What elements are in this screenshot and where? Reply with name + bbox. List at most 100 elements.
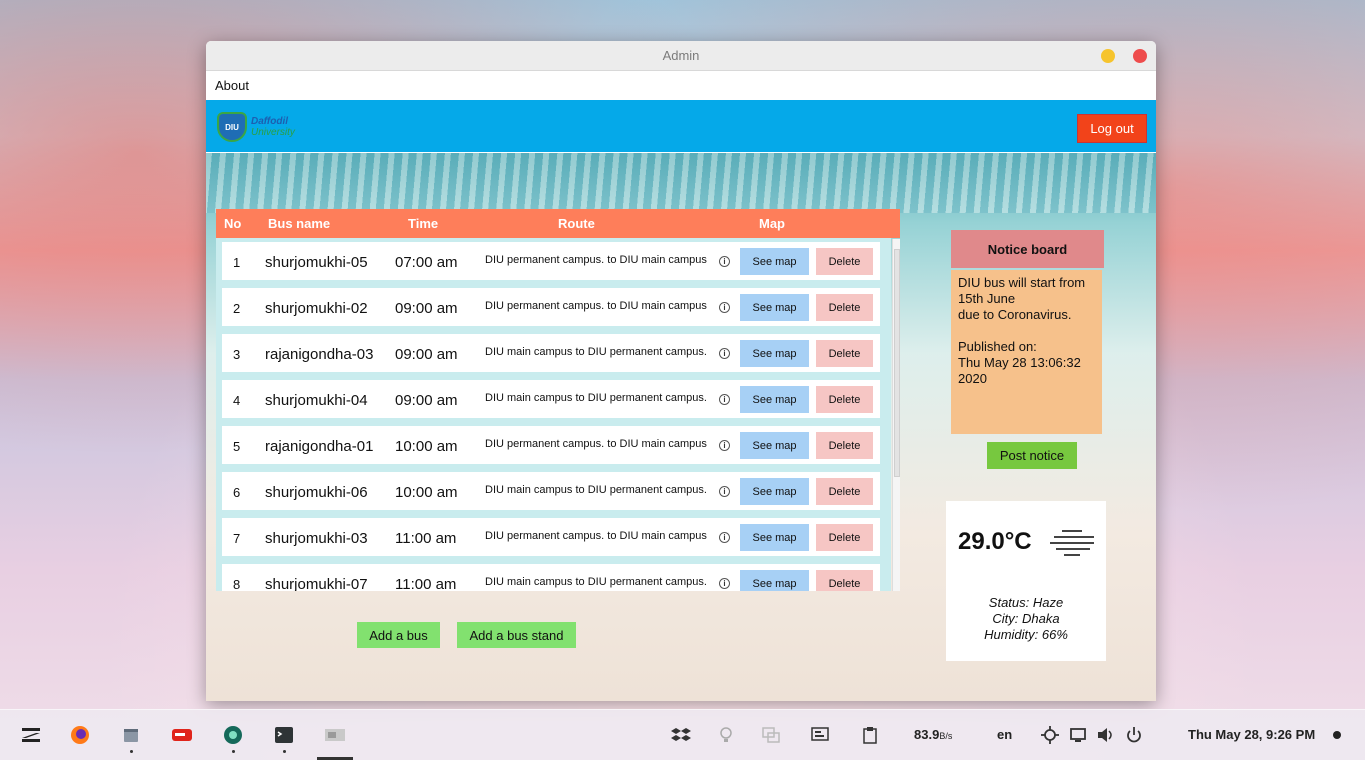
row-route: DIU permanent campus. to DIU main campus <box>485 254 707 266</box>
see-map-button[interactable]: See map <box>740 524 809 551</box>
header-time: Time <box>408 216 439 231</box>
row-bus-name: shurjomukhi-07 <box>265 576 368 591</box>
clock[interactable]: Thu May 28, 9:26 PM <box>1188 727 1315 742</box>
table-row: 1 shurjomukhi-05 07:00 am DIU permanent … <box>222 242 880 280</box>
firefox-icon[interactable] <box>69 724 91 746</box>
notice-board-title: Notice board <box>951 230 1104 268</box>
screen-icon[interactable] <box>809 724 831 746</box>
table-scrollbar[interactable] <box>892 239 900 591</box>
info-icon[interactable]: i <box>719 302 730 313</box>
info-icon[interactable]: i <box>719 440 730 451</box>
delete-button[interactable]: Delete <box>816 386 873 413</box>
row-no: 8 <box>233 577 241 591</box>
see-map-button[interactable]: See map <box>740 570 809 591</box>
see-map-button[interactable]: See map <box>740 432 809 459</box>
see-map-button[interactable]: See map <box>740 294 809 321</box>
window-icon[interactable] <box>324 724 346 746</box>
net-speed-value: 83.9 <box>914 727 940 742</box>
logo-text-line2: University <box>251 127 295 138</box>
row-bus-name: shurjomukhi-05 <box>265 254 368 271</box>
logo-shield-icon: DIU <box>217 112 247 142</box>
redshift-icon[interactable] <box>171 724 193 746</box>
row-no: 1 <box>233 255 241 270</box>
location-icon[interactable] <box>1039 724 1061 746</box>
delete-button[interactable]: Delete <box>816 478 873 505</box>
table-row: 4 shurjomukhi-04 09:00 am DIU main campu… <box>222 380 880 418</box>
taskbar: 83.9B/s en Thu May 28, 9:26 PM <box>0 709 1365 760</box>
close-button[interactable] <box>1133 49 1147 63</box>
weather-widget: 29.0°C Status: Haze City: Dhaka Humidity… <box>946 501 1106 661</box>
header-map: Map <box>759 216 785 231</box>
volume-icon[interactable] <box>1095 724 1117 746</box>
row-time: 09:00 am <box>395 392 458 409</box>
menu-bar: About <box>206 71 1156 100</box>
app-icon[interactable] <box>222 724 244 746</box>
see-map-button[interactable]: See map <box>740 478 809 505</box>
row-route: DIU permanent campus. to DIU main campus <box>485 530 707 542</box>
delete-button[interactable]: Delete <box>816 294 873 321</box>
notice-line: 2020 <box>958 371 987 386</box>
row-no: 2 <box>233 301 241 316</box>
bus-table: No Bus name Time Route Map 1 shurjomukhi… <box>216 209 900 593</box>
delete-button[interactable]: Delete <box>816 248 873 275</box>
notification-dot-icon[interactable] <box>1333 731 1341 739</box>
menu-about[interactable]: About <box>215 78 249 93</box>
row-time: 10:00 am <box>395 484 458 501</box>
info-icon[interactable]: i <box>719 486 730 497</box>
scrollbar-thumb[interactable] <box>894 249 900 477</box>
row-no: 4 <box>233 393 241 408</box>
minimize-button[interactable] <box>1101 49 1115 63</box>
table-row: 2 shurjomukhi-02 09:00 am DIU permanent … <box>222 288 880 326</box>
row-route: DIU permanent campus. to DIU main campus <box>485 300 707 312</box>
running-indicator <box>232 750 235 753</box>
table-row: 8 shurjomukhi-07 11:00 am DIU main campu… <box>222 564 880 591</box>
files-icon[interactable] <box>120 724 142 746</box>
notice-line: due to Coronavirus. <box>958 307 1072 322</box>
see-map-button[interactable]: See map <box>740 386 809 413</box>
university-logo: DIU Daffodil University <box>217 112 295 142</box>
running-indicator <box>283 750 286 753</box>
notice-line: Thu May 28 13:06:32 <box>958 355 1081 370</box>
temperature: 29.0°C <box>958 528 1032 555</box>
lightbulb-icon[interactable] <box>715 724 737 746</box>
delete-button[interactable]: Delete <box>816 432 873 459</box>
power-icon[interactable] <box>1123 724 1145 746</box>
notice-line: Published on: <box>958 339 1037 354</box>
weather-status: Status: Haze <box>988 595 1064 610</box>
info-icon[interactable]: i <box>719 394 730 405</box>
keyboard-language[interactable]: en <box>997 727 1012 742</box>
row-bus-name: rajanigondha-03 <box>265 346 374 363</box>
row-bus-name: shurjomukhi-02 <box>265 300 368 317</box>
sync-icon[interactable] <box>760 724 782 746</box>
header-bar: DIU Daffodil University Log out <box>206 100 1156 152</box>
add-bus-button[interactable]: Add a bus <box>357 622 440 648</box>
add-bus-stand-button[interactable]: Add a bus stand <box>457 622 576 648</box>
row-time: 11:00 am <box>395 530 457 547</box>
info-icon[interactable]: i <box>719 578 730 589</box>
running-indicator <box>130 750 133 753</box>
zorin-menu-icon[interactable] <box>20 724 42 746</box>
dropbox-icon[interactable] <box>670 724 692 746</box>
table-row: 7 shurjomukhi-03 11:00 am DIU permanent … <box>222 518 880 556</box>
display-icon[interactable] <box>1067 724 1089 746</box>
delete-button[interactable]: Delete <box>816 570 873 591</box>
row-no: 6 <box>233 485 241 500</box>
delete-button[interactable]: Delete <box>816 524 873 551</box>
table-body: 1 shurjomukhi-05 07:00 am DIU permanent … <box>216 238 891 591</box>
delete-button[interactable]: Delete <box>816 340 873 367</box>
clipboard-icon[interactable] <box>859 724 881 746</box>
info-icon[interactable]: i <box>719 256 730 267</box>
row-bus-name: shurjomukhi-03 <box>265 530 368 547</box>
terminal-icon[interactable] <box>273 724 295 746</box>
header-route: Route <box>558 216 595 231</box>
see-map-button[interactable]: See map <box>740 248 809 275</box>
logout-button[interactable]: Log out <box>1077 114 1147 143</box>
notice-line <box>958 323 1095 339</box>
info-icon[interactable]: i <box>719 348 730 359</box>
title-bar[interactable]: Admin <box>206 41 1156 71</box>
row-route: DIU main campus to DIU permanent campus. <box>485 484 707 496</box>
see-map-button[interactable]: See map <box>740 340 809 367</box>
info-icon[interactable]: i <box>719 532 730 543</box>
post-notice-button[interactable]: Post notice <box>987 442 1077 469</box>
net-speed-unit: B/s <box>939 731 953 741</box>
